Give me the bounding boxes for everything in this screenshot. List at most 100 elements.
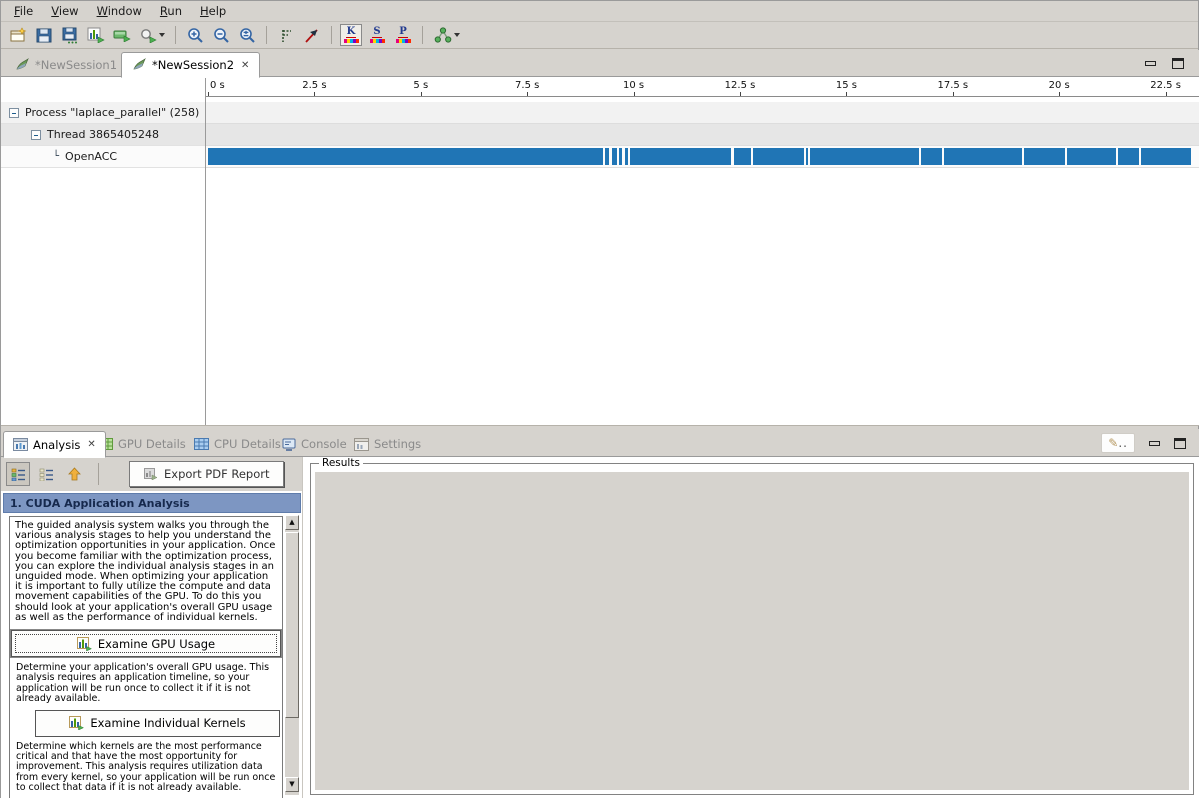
openacc-interval[interactable] [619,148,622,165]
openacc-interval[interactable] [806,148,808,165]
bottom-tab-label: CPU Details [214,437,281,451]
timeline-marker-icon [279,28,294,43]
run-analysis-icon [113,28,131,42]
back-up-button[interactable] [62,462,86,486]
zoom-fit-button[interactable] [236,24,258,46]
examine-chart-icon [69,716,84,730]
openacc-interval[interactable] [753,148,804,165]
menubar: File View Window Run Help [1,1,1198,22]
results-content [315,472,1189,790]
menu-window[interactable]: Window [88,2,151,20]
openacc-interval[interactable] [1141,148,1191,165]
tree-row-openacc[interactable]: └ OpenACC [1,146,205,168]
tree-row-process[interactable]: Process "laplace_parallel" (258) [1,102,205,124]
unguided-analysis-toggle[interactable] [34,462,58,486]
openacc-interval[interactable] [612,148,617,165]
analysis-tree-caret-icon[interactable] [454,33,460,37]
openacc-interval[interactable] [810,148,919,165]
examine-kernels-button[interactable]: Examine Individual Kernels [35,710,280,737]
view-menu-button[interactable]: ✎.. [1101,433,1135,453]
close-icon[interactable]: ✕ [87,439,95,450]
guided-analysis-toggle[interactable] [6,462,30,486]
tree-timeline-divider[interactable] [205,78,206,425]
openacc-interval[interactable] [1024,148,1065,165]
examine-gpu-usage-button[interactable]: Examine GPU Usage [11,630,281,657]
save-icon [36,27,52,43]
up-triangle-icon: ▲ [289,519,294,526]
settings-icon [354,438,369,451]
profile-application-button[interactable] [137,24,167,46]
unguided-list-icon [39,468,54,481]
save-session-as-button[interactable] [59,24,81,46]
openacc-interval[interactable] [734,148,751,165]
session-tab-label: *NewSession2 [152,58,234,72]
profile-dropdown-caret-icon[interactable] [159,33,165,37]
scrollbar-thumb[interactable] [285,532,299,718]
menu-run[interactable]: Run [151,2,191,20]
generate-timeline-button[interactable] [85,24,107,46]
pencil-icon: ✎ [1108,436,1118,450]
stream-view-button[interactable]: S [366,24,388,46]
session-icon [132,58,147,72]
process-view-button[interactable]: P [392,24,414,46]
thread-track[interactable] [206,124,1199,146]
zoom-in-icon [187,27,204,44]
maximize-icon[interactable] [1174,438,1186,449]
openacc-interval[interactable] [944,148,1022,165]
results-fieldset: Results [310,463,1194,795]
timeline-flag-icon [304,28,320,43]
scroll-down-button[interactable]: ▼ [285,777,299,792]
results-label: Results [319,457,363,469]
openacc-interval[interactable] [625,148,628,165]
menu-file[interactable]: File [5,2,42,20]
examine-gpu-usage-desc: Determine your application's overall GPU… [10,658,282,710]
timeline-marker-button[interactable] [275,24,297,46]
minimize-icon[interactable] [1149,441,1160,446]
tab-newsession1[interactable]: *NewSession1 [5,52,127,77]
tab-console[interactable]: Console [273,431,356,457]
stream-color-strip-icon [370,39,385,43]
view-window-controls [1145,58,1184,69]
zoom-out-button[interactable] [210,24,232,46]
timeline-view: *NewSession1 *NewSession2 ✕ 0 s 2.5 s 5 … [1,50,1199,426]
export-pdf-button[interactable]: Export PDF Report [129,461,284,487]
run-analysis-button[interactable] [111,24,133,46]
tree-row-thread[interactable]: Thread 3865405248 [1,124,205,146]
analysis-tree-button[interactable] [431,24,463,46]
analysis-tree-icon [434,27,452,43]
analysis-scrollbar[interactable]: ▲ ▼ [285,515,299,795]
collapse-icon[interactable] [9,108,19,118]
openacc-interval[interactable] [1067,148,1116,165]
bottom-tab-label: GPU Details [118,437,186,451]
tab-newsession2[interactable]: *NewSession2 ✕ [121,52,260,78]
minimize-icon[interactable] [1145,61,1156,66]
openacc-interval[interactable] [605,148,609,165]
menu-help[interactable]: Help [191,2,235,20]
bottom-tab-label: Analysis [33,438,80,452]
zoom-in-button[interactable] [184,24,206,46]
save-session-button[interactable] [33,24,55,46]
new-session-button[interactable] [7,24,29,46]
openacc-interval[interactable] [208,148,603,165]
openacc-interval[interactable] [921,148,942,165]
menu-view[interactable]: View [42,2,87,20]
kernel-view-button[interactable]: K [340,24,362,46]
timeline-tree: Process "laplace_parallel" (258) Thread … [1,102,205,168]
bottom-window-controls: ✎.. [1101,433,1186,453]
openacc-interval[interactable] [630,148,731,165]
collapse-icon[interactable] [31,130,41,140]
examine-gpu-usage-label: Examine GPU Usage [98,637,215,651]
openacc-interval[interactable] [1118,148,1139,165]
up-arrow-icon [67,467,82,482]
timeline-ruler[interactable]: 0 s 2.5 s 5 s 7.5 s 10 s 12.5 s 15 s 17.… [206,78,1199,97]
timeline-flag-button[interactable] [301,24,323,46]
process-color-strip-icon [396,39,411,43]
console-icon [282,438,296,451]
openacc-track[interactable] [206,146,1199,168]
maximize-icon[interactable] [1172,58,1184,69]
tab-analysis[interactable]: Analysis ✕ [3,431,106,458]
scroll-up-button[interactable]: ▲ [285,515,299,530]
tab-settings[interactable]: Settings [345,431,430,457]
process-track[interactable] [206,102,1199,124]
close-icon[interactable]: ✕ [241,60,249,71]
